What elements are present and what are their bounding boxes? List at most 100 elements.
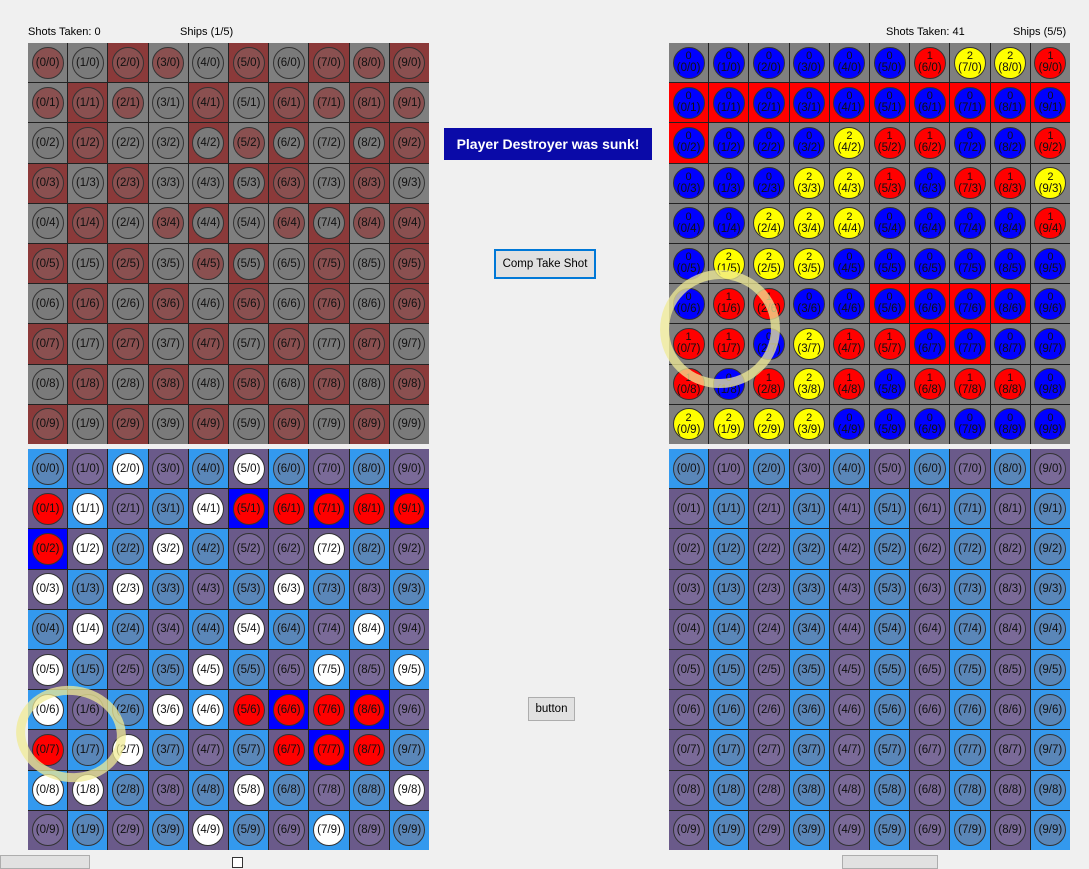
board-cell[interactable]: (3/0) (148, 43, 188, 83)
board-cell[interactable]: 0 (2/7) (749, 324, 789, 364)
board-cell[interactable]: (0/4) (28, 203, 68, 243)
board-cell[interactable]: (1/8) (68, 770, 108, 810)
board-cell[interactable]: (8/0) (349, 449, 389, 489)
board-cell[interactable]: (4/2) (188, 123, 228, 163)
board-cell[interactable]: 1 (7/3) (950, 163, 990, 203)
board-cell[interactable]: 2 (3/3) (789, 163, 829, 203)
board-cell[interactable]: (1/2) (68, 529, 108, 569)
board-cell[interactable]: 0 (0/0) (669, 43, 709, 83)
board-cell[interactable]: 1 (6/2) (910, 123, 950, 163)
board-cell[interactable]: 1 (0/7) (669, 324, 709, 364)
board-cell[interactable]: 1 (1/7) (709, 324, 749, 364)
board-cell[interactable]: 0 (7/9) (950, 404, 990, 444)
board-cell[interactable]: (7/6) (309, 690, 349, 730)
board-cell[interactable]: 2 (4/2) (829, 123, 869, 163)
board-cell[interactable]: 1 (9/2) (1030, 123, 1070, 163)
board-cell[interactable]: (1/5) (68, 650, 108, 690)
comp-take-shot-button[interactable]: Comp Take Shot (494, 249, 596, 279)
board-cell[interactable]: (1/0) (709, 449, 749, 489)
board-cell[interactable]: 1 (8/3) (990, 163, 1030, 203)
board-cell[interactable]: (6/5) (910, 650, 950, 690)
board-cell[interactable]: (3/8) (789, 770, 829, 810)
board-cell[interactable]: 0 (3/6) (789, 284, 829, 324)
board-cell[interactable]: (3/6) (148, 690, 188, 730)
board-cell[interactable]: (4/6) (188, 690, 228, 730)
board-cell[interactable]: (2/6) (749, 690, 789, 730)
board-cell[interactable]: 0 (9/5) (1030, 244, 1070, 284)
board-cell[interactable]: (8/5) (349, 244, 389, 284)
board-cell[interactable]: (5/3) (229, 569, 269, 609)
board-cell[interactable]: (5/7) (229, 324, 269, 364)
board-cell[interactable]: (9/3) (389, 163, 429, 203)
board-cell[interactable]: (2/6) (108, 284, 148, 324)
board-cell[interactable]: (4/8) (188, 364, 228, 404)
board-cell[interactable]: (3/7) (148, 324, 188, 364)
board-cell[interactable]: 0 (5/0) (870, 43, 910, 83)
board-cell[interactable]: (5/4) (870, 609, 910, 649)
board-cell[interactable]: 0 (0/5) (669, 244, 709, 284)
board-cell[interactable]: 2 (0/9) (669, 404, 709, 444)
board-cell[interactable]: 0 (8/6) (990, 284, 1030, 324)
board-cell[interactable]: (5/6) (229, 690, 269, 730)
board-cell[interactable]: (0/8) (28, 364, 68, 404)
board-cell[interactable]: (6/1) (910, 489, 950, 529)
board-cell[interactable]: (8/2) (349, 529, 389, 569)
board-cell[interactable]: (5/5) (229, 244, 269, 284)
board-cell[interactable]: 0 (5/8) (870, 364, 910, 404)
board-cell[interactable]: 2 (2/9) (749, 404, 789, 444)
board-cell[interactable]: (8/4) (349, 203, 389, 243)
board-cell[interactable]: (7/9) (309, 404, 349, 444)
board-cell[interactable]: 0 (1/3) (709, 163, 749, 203)
board-cell[interactable]: (2/0) (108, 449, 148, 489)
board-cell[interactable]: (0/1) (669, 489, 709, 529)
board-cell[interactable]: 0 (4/1) (829, 83, 869, 123)
board-cell[interactable]: 2 (1/5) (709, 244, 749, 284)
board-cell[interactable]: (3/9) (148, 810, 188, 850)
board-cell[interactable]: (9/5) (1030, 650, 1070, 690)
board-cell[interactable]: (6/3) (910, 569, 950, 609)
board-cell[interactable]: 2 (3/5) (789, 244, 829, 284)
board-cell[interactable]: (0/0) (669, 449, 709, 489)
board-cell[interactable]: (7/1) (950, 489, 990, 529)
board-cell[interactable]: (1/4) (68, 609, 108, 649)
board-cell[interactable]: (9/0) (1030, 449, 1070, 489)
board-cell[interactable]: (0/0) (28, 43, 68, 83)
board-cell[interactable]: (3/1) (148, 489, 188, 529)
board-cell[interactable]: 0 (6/7) (910, 324, 950, 364)
board-cell[interactable]: 0 (6/1) (910, 83, 950, 123)
board-cell[interactable]: (4/6) (829, 690, 869, 730)
board-cell[interactable]: (8/8) (990, 770, 1030, 810)
board-cell[interactable]: (7/6) (309, 284, 349, 324)
board-cell[interactable]: (3/0) (789, 449, 829, 489)
board-cell[interactable]: 1 (6/0) (910, 43, 950, 83)
board-cell[interactable]: (0/7) (669, 730, 709, 770)
board-cell[interactable]: (5/1) (229, 83, 269, 123)
board-cell[interactable]: 0 (6/4) (910, 203, 950, 243)
board-cell[interactable]: 0 (1/1) (709, 83, 749, 123)
board-cell[interactable]: (2/5) (108, 650, 148, 690)
board-cell[interactable]: 0 (0/3) (669, 163, 709, 203)
board-cell[interactable]: (3/1) (148, 83, 188, 123)
board-cell[interactable]: (5/0) (229, 43, 269, 83)
board-cell[interactable]: (4/3) (188, 163, 228, 203)
board-cell[interactable]: 1 (6/8) (910, 364, 950, 404)
board-cell[interactable]: 0 (1/0) (709, 43, 749, 83)
board-cell[interactable]: (2/8) (108, 770, 148, 810)
board-cell[interactable]: (6/8) (269, 364, 309, 404)
board-cell[interactable]: (0/0) (28, 449, 68, 489)
board-cell[interactable]: (6/0) (269, 449, 309, 489)
board-cell[interactable]: (4/7) (188, 730, 228, 770)
board-cell[interactable]: 0 (7/1) (950, 83, 990, 123)
board-cell[interactable]: (8/6) (349, 284, 389, 324)
board-cell[interactable]: (6/6) (269, 284, 309, 324)
board-cell[interactable]: (1/6) (68, 284, 108, 324)
board-cell[interactable]: (9/4) (389, 203, 429, 243)
board-cell[interactable]: (2/6) (108, 690, 148, 730)
board-cell[interactable]: (5/9) (229, 404, 269, 444)
board-cell[interactable]: (8/8) (349, 364, 389, 404)
board-cell[interactable]: (5/9) (870, 810, 910, 850)
board-cell[interactable]: (9/8) (389, 770, 429, 810)
board-cell[interactable]: (1/3) (68, 569, 108, 609)
board-cell[interactable]: (3/9) (148, 404, 188, 444)
board-cell[interactable]: (7/0) (950, 449, 990, 489)
